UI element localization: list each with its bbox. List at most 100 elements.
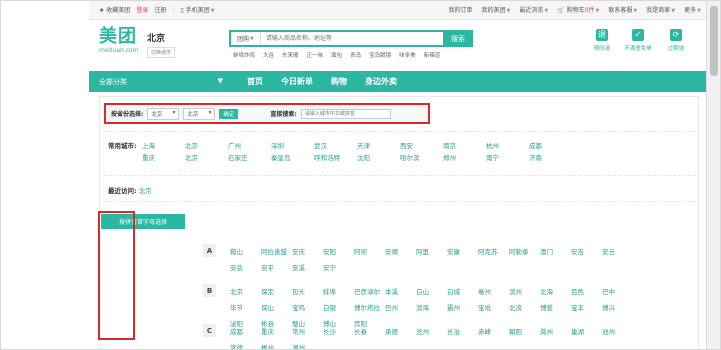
city-link[interactable]: 长春 (354, 326, 385, 336)
nav-item-new[interactable]: 今日新单 (281, 76, 313, 87)
city-link[interactable]: 安丘 (602, 246, 633, 256)
city-select[interactable]: 北京 ▾ (183, 107, 216, 120)
merchant-menu[interactable]: 我是商家▼ (646, 5, 675, 14)
city-link[interactable]: 安顺 (385, 246, 416, 256)
common-city-link[interactable]: 重庆 (142, 152, 185, 162)
city-link[interactable]: 博爱 (540, 302, 571, 312)
city-link[interactable]: 安平 (261, 262, 292, 272)
city-link[interactable]: 安庆 (292, 246, 323, 256)
city-link[interactable]: 包头 (292, 286, 323, 296)
city-link[interactable]: 保定 (261, 286, 292, 296)
more-menu[interactable]: 更多▼ (684, 5, 701, 14)
nav-item-takeout[interactable]: 身边外卖 (365, 76, 397, 87)
city-link[interactable]: 白银 (323, 302, 354, 312)
city-link[interactable]: 常德 (230, 342, 261, 350)
city-link[interactable]: 巢湖 (571, 326, 602, 336)
cart-link[interactable]: 🛒 购物车0件▼ (557, 5, 599, 14)
city-link[interactable]: 博尔塔拉 (354, 302, 385, 312)
common-city-link[interactable]: 哈尔滨 (400, 152, 443, 162)
city-link[interactable]: 安溪 (292, 262, 323, 272)
city-link[interactable]: 沧州 (416, 326, 447, 336)
city-link[interactable]: 宝丰 (571, 302, 602, 312)
city-link[interactable]: 保山 (261, 302, 292, 312)
hot-word[interactable]: 面包 (331, 51, 342, 59)
switch-city-button[interactable]: 切换城市 (147, 47, 176, 58)
hot-word[interactable]: 正一味 (307, 51, 324, 59)
nav-item-shopping[interactable]: 购物 (331, 76, 347, 87)
scroll-thumb[interactable] (710, 6, 718, 76)
city-link[interactable]: 本溪 (385, 286, 416, 296)
city-link[interactable]: 安宁 (323, 262, 354, 272)
city-link[interactable]: 巴中 (602, 286, 633, 296)
city-link[interactable]: 巴州 (385, 302, 416, 312)
all-categories-menu[interactable]: 全部分类 ▼ (89, 77, 229, 87)
city-link[interactable]: 毕节 (230, 302, 261, 312)
city-link[interactable]: 阿坝 (354, 246, 385, 256)
city-link[interactable]: 博兴 (602, 302, 633, 312)
common-city-link[interactable]: 郑州 (443, 152, 486, 162)
common-city-link[interactable]: 上海 (142, 140, 185, 150)
hot-word[interactable]: 青岛 (350, 51, 361, 59)
hot-word[interactable]: 宝岛眼镜 (369, 51, 391, 59)
recent-view-menu[interactable]: 最近浏览▼ (519, 5, 548, 14)
city-link[interactable]: 北京 (230, 286, 261, 296)
city-link[interactable]: 澳门 (540, 246, 571, 256)
common-city-link[interactable]: 武汉 (314, 140, 357, 150)
city-link[interactable]: 阿拉善盟 (261, 246, 292, 256)
common-city-link[interactable]: 南京 (443, 140, 486, 150)
city-link[interactable]: 蚌埠 (323, 286, 354, 296)
city-link[interactable]: 百色 (571, 286, 602, 296)
logo[interactable]: 美团 meituan.com (99, 27, 145, 55)
service-free-order[interactable]: ✓ 不满意免单 (623, 29, 653, 52)
my-meituan-menu[interactable]: 我的美团▼ (482, 5, 511, 14)
login-link[interactable]: 登录 (136, 5, 148, 14)
city-link[interactable]: 安吉 (571, 246, 602, 256)
confirm-button[interactable]: 确定 (219, 108, 239, 119)
city-link[interactable]: 潮州 (292, 342, 323, 350)
city-link[interactable]: 滨州 (509, 286, 540, 296)
common-city-link[interactable]: 呼和浩特 (314, 152, 357, 162)
province-select[interactable]: 北京 ▾ (147, 107, 180, 120)
common-city-link[interactable]: 成都 (529, 140, 572, 150)
city-link[interactable]: 常州 (292, 326, 323, 336)
mobile-link[interactable]: ▯ 手机美团▼ (180, 5, 214, 14)
city-link[interactable]: 安阳 (323, 246, 354, 256)
common-city-link[interactable]: 深圳 (271, 140, 314, 150)
common-city-link[interactable]: 北京 (185, 140, 228, 150)
hot-word[interactable]: 蚌埠炸鸡 (233, 51, 255, 59)
city-link[interactable]: 霸州 (447, 302, 478, 312)
city-link[interactable]: 长治 (447, 326, 478, 336)
direct-search-input[interactable] (300, 108, 391, 119)
city-link[interactable]: 北海 (540, 286, 571, 296)
hot-word[interactable]: 大连 (263, 51, 274, 59)
nav-item-home[interactable]: 首页 (247, 76, 263, 87)
city-link[interactable]: 重庆 (261, 326, 292, 336)
common-city-link[interactable]: 南宁 (486, 152, 529, 162)
search-button[interactable]: 搜索 (443, 30, 473, 47)
my-orders-link[interactable]: 我的订单 (449, 5, 473, 14)
service-refund-anytime[interactable]: 退 随时退 (587, 29, 617, 52)
common-city-link[interactable]: 北京 (185, 152, 228, 162)
city-link[interactable]: 宝鸡 (292, 302, 323, 312)
city-link[interactable]: 郴州 (261, 342, 292, 350)
city-link[interactable]: 安岳 (230, 262, 261, 272)
city-link[interactable]: 巴彦淖尔 (354, 286, 385, 296)
favorite-link[interactable]: ★ 收藏美团 (99, 5, 130, 14)
city-link[interactable]: 阿克苏 (478, 246, 509, 256)
city-link[interactable]: 池州 (602, 326, 633, 336)
hot-word[interactable]: 味多美 (399, 51, 416, 59)
city-link[interactable]: 赤峰 (478, 326, 509, 336)
hot-word[interactable]: 东来顺 (282, 51, 299, 59)
city-link[interactable]: 承德 (385, 326, 416, 336)
common-city-link[interactable]: 天津 (357, 140, 400, 150)
common-city-link[interactable]: 秦皇岛 (271, 152, 314, 162)
city-link[interactable]: 滁州 (540, 326, 571, 336)
search-input[interactable] (260, 32, 467, 45)
support-menu[interactable]: 联系客服▼ (608, 5, 637, 14)
search-category-select[interactable]: 团购 ▼ (231, 32, 261, 45)
hot-word[interactable]: 新辣道 (424, 51, 441, 59)
city-link[interactable]: 滨海 (416, 302, 447, 312)
city-link[interactable]: 白城 (447, 286, 478, 296)
city-link[interactable]: 亳州 (478, 286, 509, 296)
city-link[interactable]: 白山 (416, 286, 447, 296)
